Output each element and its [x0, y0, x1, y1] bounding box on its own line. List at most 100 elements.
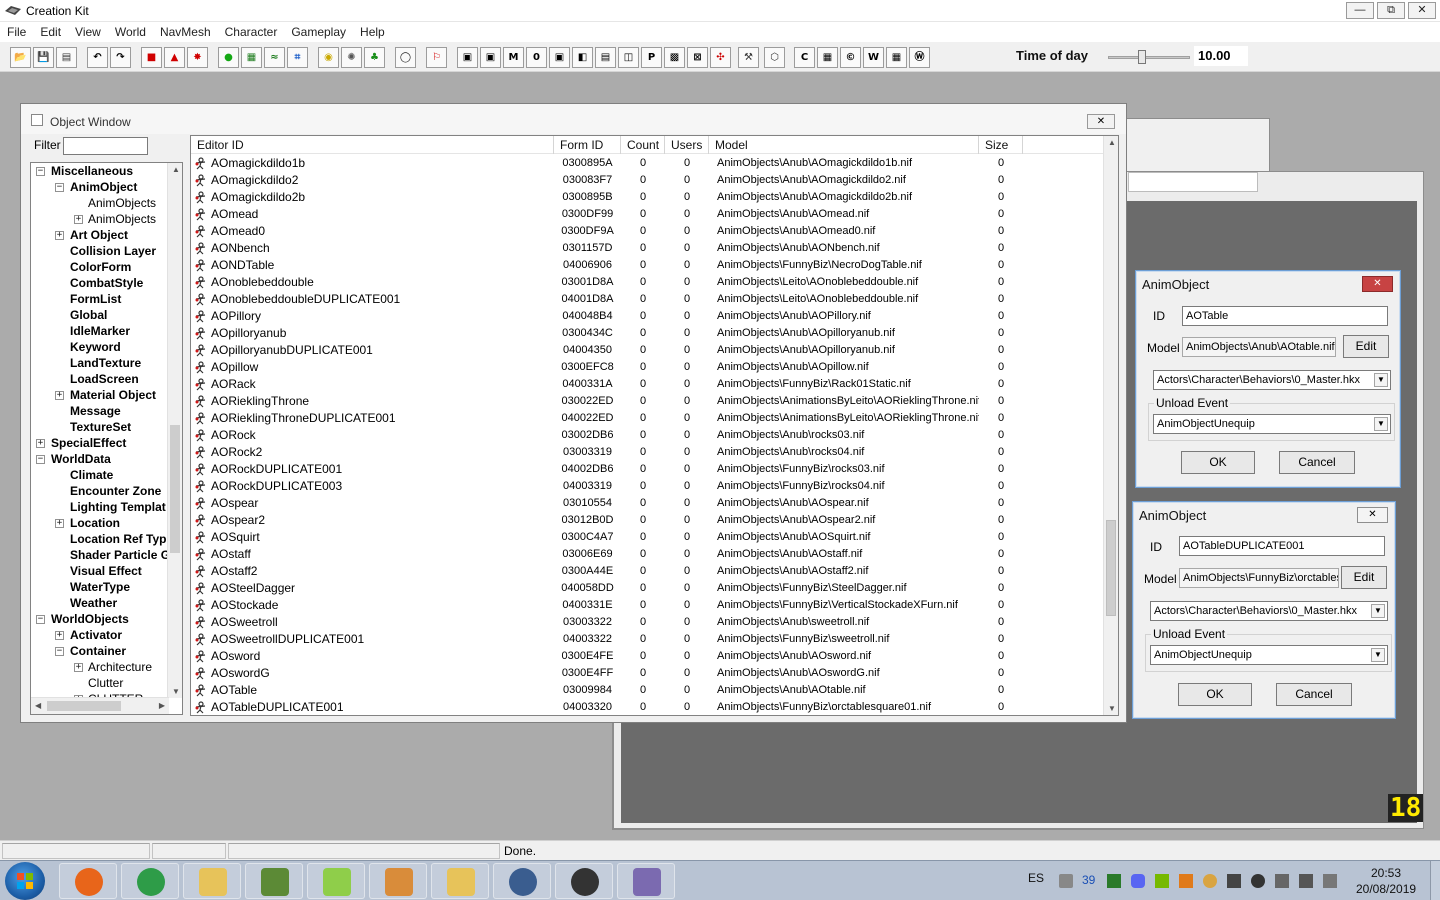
- tray-app-icon[interactable]: [1179, 874, 1193, 888]
- stack-icon[interactable]: ▦: [817, 47, 838, 68]
- table-row[interactable]: AOswordG 0300E4FF 0 0 AnimObjects\Anub\AOswo…: [191, 665, 1105, 682]
- undo-icon[interactable]: ↶: [87, 47, 108, 68]
- sphere-icon[interactable]: ●: [218, 47, 239, 68]
- edit-model-button[interactable]: Edit: [1341, 566, 1387, 589]
- cube-1-icon[interactable]: ▣: [457, 47, 478, 68]
- cube-2-icon[interactable]: ▣: [480, 47, 501, 68]
- table-row[interactable]: AOspear 03010554 0 0 AnimObjects\Anub\AOspea…: [191, 495, 1105, 512]
- gpu-icon[interactable]: [1107, 874, 1121, 888]
- scroll-down-icon[interactable]: ▼: [1108, 704, 1116, 713]
- cube-e-icon[interactable]: ▤: [595, 47, 616, 68]
- redo-icon[interactable]: ↷: [110, 47, 131, 68]
- unload-event-select[interactable]: AnimObjectUnequip ▼: [1153, 414, 1391, 434]
- table-row[interactable]: AORack 0400331A 0 0 AnimObjects\FunnyBiz\Rac…: [191, 376, 1105, 393]
- scroll-right-icon[interactable]: ▶: [159, 701, 165, 710]
- table-row[interactable]: AOpilloryanub 0300434C 0 0 AnimObjects\Anub\…: [191, 325, 1105, 342]
- cancel-button[interactable]: Cancel: [1276, 683, 1352, 706]
- filter-input[interactable]: [63, 137, 148, 155]
- chevron-down-icon[interactable]: ▼: [1371, 604, 1385, 618]
- chevron-down-icon[interactable]: ▼: [1374, 373, 1388, 387]
- category-tree[interactable]: − Miscellaneous − AnimObject AnimObjects + Ani…: [30, 162, 183, 715]
- show-desktop-button[interactable]: [1430, 861, 1440, 900]
- tree-item[interactable]: + SpecialEffect: [31, 435, 169, 451]
- table-row[interactable]: AOnoblebeddoubleDUPLICATE001 04001D8A 0 0 An…: [191, 291, 1105, 308]
- letter-c-icon[interactable]: C: [794, 47, 815, 68]
- tree-item[interactable]: − Miscellaneous: [31, 163, 169, 179]
- cube-r-icon[interactable]: ✣: [710, 47, 731, 68]
- expand-icon[interactable]: +: [74, 215, 83, 224]
- flag-icon[interactable]: [1323, 874, 1337, 888]
- taskbar-tornado[interactable]: [369, 863, 427, 899]
- tree-item[interactable]: Shader Particle G: [31, 547, 169, 563]
- tree-item[interactable]: Clutter: [31, 675, 169, 691]
- tree-item[interactable]: Keyword: [31, 339, 169, 355]
- taskbar-creation-kit[interactable]: [555, 863, 613, 899]
- table-row[interactable]: AOpilloryanubDUPLICATE001 04004350 0 0 AnimO…: [191, 342, 1105, 359]
- menu-view[interactable]: View: [68, 22, 108, 42]
- model-field[interactable]: AnimObjects\FunnyBiz\orctables: [1179, 568, 1339, 588]
- steam-icon[interactable]: [1251, 874, 1265, 888]
- cube-m-icon[interactable]: M: [503, 47, 524, 68]
- list-scroll-thumb[interactable]: [1106, 520, 1116, 616]
- table-row[interactable]: AOnoblebeddouble 03001D8A 0 0 AnimObjects\Le…: [191, 274, 1105, 291]
- circle-c-icon[interactable]: ©: [840, 47, 861, 68]
- time-of-day-value[interactable]: 10.00: [1194, 46, 1248, 66]
- table-row[interactable]: AONDTable 04006906 0 0 AnimObjects\FunnyBiz\…: [191, 257, 1105, 274]
- save-icon[interactable]: 💾: [33, 47, 54, 68]
- tree-item[interactable]: − AnimObject: [31, 179, 169, 195]
- cube-g-icon[interactable]: ▩: [664, 47, 685, 68]
- table-row[interactable]: AOmead0 0300DF9A 0 0 AnimObjects\Anub\AOmead…: [191, 223, 1105, 240]
- tree-item[interactable]: FormList: [31, 291, 169, 307]
- tree-item[interactable]: WaterType: [31, 579, 169, 595]
- menu-help[interactable]: Help: [353, 22, 392, 42]
- collapse-icon[interactable]: −: [36, 455, 45, 464]
- cube-f-icon[interactable]: ◫: [618, 47, 639, 68]
- volume-icon[interactable]: [1275, 874, 1289, 888]
- table-row[interactable]: AOstaff 03006E69 0 0 AnimObjects\Anub\AOstaf…: [191, 546, 1105, 563]
- table-row[interactable]: AOmagickdildo2b 0300895B 0 0 AnimObjects\Anu…: [191, 189, 1105, 206]
- list-vertical-scrollbar[interactable]: ▲ ▼: [1103, 136, 1118, 715]
- taskbar-fallout-vault-boy[interactable]: [493, 863, 551, 899]
- tree-item[interactable]: + Art Object: [31, 227, 169, 243]
- tray-counter[interactable]: 39: [1082, 873, 1095, 887]
- tool-a-icon[interactable]: ⚒: [738, 47, 759, 68]
- taskbar-media-player[interactable]: [617, 863, 675, 899]
- expand-icon[interactable]: +: [55, 519, 64, 528]
- column-header-size[interactable]: Size: [979, 136, 1023, 154]
- close-button[interactable]: ✕: [1408, 2, 1436, 19]
- menu-file[interactable]: File: [0, 22, 33, 42]
- collapse-icon[interactable]: −: [55, 183, 64, 192]
- tree-item[interactable]: CombatStyle: [31, 275, 169, 291]
- tree-item[interactable]: + Material Object: [31, 387, 169, 403]
- expand-icon[interactable]: +: [74, 663, 83, 672]
- object-window-titlebar[interactable]: Object Window ✕: [21, 104, 1126, 134]
- tree-hscroll-thumb[interactable]: [47, 701, 121, 711]
- cube-p-icon[interactable]: P: [641, 47, 662, 68]
- open-icon[interactable]: 📂: [10, 47, 31, 68]
- table-row[interactable]: AOStockade 0400331E 0 0 AnimObjects\FunnyBiz…: [191, 597, 1105, 614]
- cube-x-icon[interactable]: ⊠: [687, 47, 708, 68]
- tree-item[interactable]: + Activator: [31, 627, 169, 643]
- table-row[interactable]: AOmagickdildo2 030083F7 0 0 AnimObjects\Anub…: [191, 172, 1105, 189]
- letter-w-icon[interactable]: W: [863, 47, 884, 68]
- chevron-down-icon[interactable]: ▼: [1374, 417, 1388, 431]
- tree-item[interactable]: Location Ref Typ: [31, 531, 169, 547]
- table-row[interactable]: AORock 03002DB6 0 0 AnimObjects\Anub\rocks03…: [191, 427, 1105, 444]
- table-row[interactable]: AOSquirt 0300C4A7 0 0 AnimObjects\Anub\AOSqu…: [191, 529, 1105, 546]
- id-field[interactable]: AOTable: [1182, 306, 1388, 326]
- column-header-count[interactable]: Count: [621, 136, 665, 154]
- column-header-form-id[interactable]: Form ID: [554, 136, 621, 154]
- tree-item[interactable]: − WorldObjects: [31, 611, 169, 627]
- display-icon[interactable]: [1299, 874, 1313, 888]
- table-row[interactable]: AOSteelDagger 040058DD 0 0 AnimObjects\Funny…: [191, 580, 1105, 597]
- marker-icon[interactable]: ⚐: [426, 47, 447, 68]
- tree-item[interactable]: Collision Layer: [31, 243, 169, 259]
- lasso-icon[interactable]: ◯: [395, 47, 416, 68]
- table-row[interactable]: AORockDUPLICATE001 04002DB6 0 0 AnimObjects\…: [191, 461, 1105, 478]
- table-row[interactable]: AORock2 03003319 0 0 AnimObjects\Anub\rocks0…: [191, 444, 1105, 461]
- ok-button[interactable]: OK: [1181, 451, 1255, 474]
- tree-vertical-scrollbar[interactable]: ▲ ▼: [167, 163, 182, 698]
- sky-icon[interactable]: ✺: [341, 47, 362, 68]
- collapse-icon[interactable]: −: [36, 615, 45, 624]
- tree-item[interactable]: Visual Effect: [31, 563, 169, 579]
